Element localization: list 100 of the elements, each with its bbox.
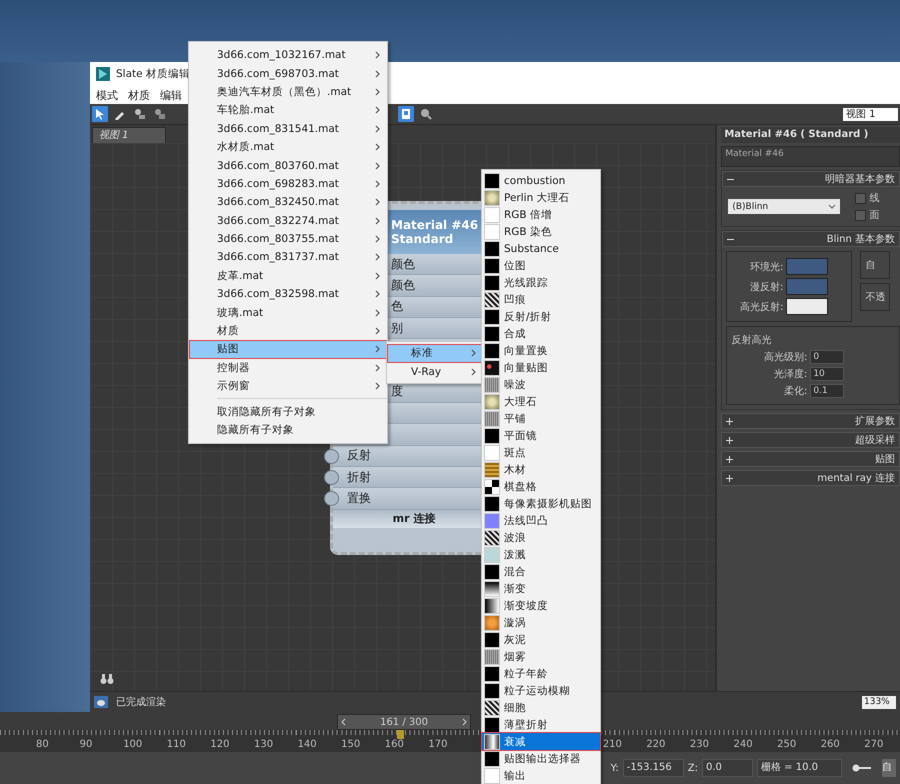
spinner-field[interactable]: 10 <box>810 367 844 381</box>
frame-counter: 161 / 300 <box>380 716 428 728</box>
color-swatch[interactable] <box>786 258 828 275</box>
binoculars-icon[interactable] <box>100 673 114 685</box>
texture-swatch-icon <box>484 258 500 274</box>
grid-readout: 栅格 = 10.0 <box>757 759 842 777</box>
time-slider[interactable]: 161 / 300 <box>337 714 472 730</box>
menu-item[interactable]: 3d66.com_698703.mat <box>189 64 387 83</box>
spinner-field[interactable]: 0 <box>810 350 844 364</box>
socket-icon[interactable] <box>324 491 339 506</box>
menu-item[interactable]: 贴图输出选择器 <box>482 750 600 767</box>
tool-button[interactable] <box>132 106 148 122</box>
checkbox[interactable] <box>855 210 866 220</box>
color-swatch[interactable] <box>786 278 828 295</box>
app-logo-icon <box>96 67 110 81</box>
menu-item[interactable]: 衰减 <box>482 733 600 750</box>
tool-button[interactable] <box>92 106 108 122</box>
spinner-label: 高光级别: <box>762 350 808 364</box>
menu-item[interactable]: 3d66.com_1032167.mat <box>189 46 387 64</box>
spinner-field[interactable]: 0.1 <box>810 384 844 398</box>
key-icon[interactable] <box>852 763 872 773</box>
rollout-header[interactable]: 明暗器基本参数 <box>722 171 900 187</box>
group-label: 反射高光 <box>731 334 772 347</box>
slot-label: 置换 <box>347 490 371 507</box>
slot-label: 色 <box>391 298 403 316</box>
menu-item[interactable]: 贴图 <box>189 340 387 359</box>
menu-item[interactable]: combustion <box>482 172 600 189</box>
tick-label: 150 <box>341 739 360 750</box>
texture-swatch-icon <box>484 496 500 512</box>
menu-item[interactable]: 漩涡 <box>482 614 600 631</box>
texture-swatch-icon <box>484 444 500 460</box>
menu-item[interactable]: 粒子年龄 <box>482 665 600 682</box>
tick-label: 160 <box>384 739 404 750</box>
tool-button[interactable] <box>398 106 414 122</box>
rollout-header[interactable]: Blinn 基本参数 <box>722 231 900 247</box>
texture-swatch-icon <box>484 240 500 256</box>
rollout-header[interactable]: 扩展参数 <box>721 413 900 429</box>
material-name-field[interactable]: Material #46 <box>721 146 900 167</box>
chevron-right-icon <box>462 718 468 726</box>
menu-item[interactable]: V-Ray <box>387 362 483 382</box>
texture-swatch-icon <box>484 274 500 290</box>
menu-item[interactable]: 车轮胎.mat <box>189 101 387 120</box>
auto-key-button[interactable]: 自 <box>882 759 896 777</box>
menu-item[interactable]: 灰泥 <box>482 631 600 648</box>
rollout-title: Blinn 基本参数 <box>826 232 895 246</box>
view-tab[interactable]: 视图 1 <box>92 127 166 143</box>
texture-swatch-icon <box>484 648 500 664</box>
texture-swatch-icon <box>484 428 500 444</box>
panel-header: Material #46 ( Standard ) <box>721 127 900 143</box>
menu-item[interactable]: 模式 <box>96 88 118 102</box>
texture-swatch-icon <box>484 632 500 648</box>
slot-label: 颜色 <box>391 256 415 273</box>
menu-item[interactable]: 渐变坡度 <box>482 597 600 614</box>
texture-swatch-icon <box>484 512 500 528</box>
tick-label: 210 <box>602 739 622 750</box>
texture-swatch-icon <box>484 580 500 596</box>
menu-item[interactable]: 3d66.com_803760.mat <box>189 156 387 175</box>
shader-dropdown[interactable]: (B)Blinn <box>728 199 840 214</box>
texture-swatch-icon <box>484 478 500 494</box>
menu-item[interactable]: 粒子运动模糊 <box>482 682 600 699</box>
menu-item[interactable]: 混合 <box>482 563 600 580</box>
tick-label: 80 <box>36 739 49 750</box>
tool-button[interactable] <box>418 106 434 122</box>
chevron-right-icon <box>471 368 477 376</box>
menu-item[interactable]: 细胞 <box>482 699 600 716</box>
status-message: 已完成渲染 <box>116 696 166 709</box>
checkbox[interactable] <box>855 192 866 204</box>
tool-button[interactable] <box>152 106 168 122</box>
texture-swatch-icon <box>484 734 500 750</box>
z-coord-field[interactable]: 0.0 <box>702 759 753 777</box>
slot-label: 折射 <box>347 468 371 486</box>
menu-item[interactable]: 编辑 <box>160 88 182 102</box>
y-coord-field[interactable]: -153.156 <box>622 759 684 777</box>
menu-item[interactable]: 3d66.com_698283.mat <box>189 174 387 194</box>
rollout-header[interactable]: mental ray 连接 <box>721 470 900 486</box>
menu-item[interactable]: 3d66.com_831541.mat <box>189 120 387 138</box>
tick-label: 100 <box>123 739 142 750</box>
rollout-header[interactable]: 贴图 <box>721 451 900 467</box>
menu-item[interactable]: 奥迪汽车材质（黑色）.mat <box>189 82 387 102</box>
socket-icon[interactable] <box>324 470 339 485</box>
rollout-title: 扩展参数 <box>855 414 895 428</box>
menu-item[interactable]: 标准 <box>387 344 483 363</box>
coord-label: Z: <box>688 762 698 774</box>
menu-item[interactable]: 材质 <box>128 88 150 102</box>
menu-item[interactable]: 渐变 <box>482 580 600 597</box>
rollout-title: 贴图 <box>875 452 895 466</box>
chevron-left-icon <box>340 718 346 726</box>
menu-item[interactable]: 输出 <box>482 767 600 784</box>
texture-swatch-icon <box>484 326 500 342</box>
menu-item[interactable]: 烟雾 <box>482 648 600 665</box>
rollout-header[interactable]: 超级采样 <box>721 432 900 448</box>
view-field[interactable]: 视图 1 <box>843 108 898 120</box>
color-swatch[interactable] <box>786 298 828 315</box>
zoom-dropdown[interactable]: 133% <box>862 696 896 708</box>
current-frame-marker[interactable] <box>396 730 404 739</box>
menu-item[interactable]: 水材质.mat <box>189 138 387 156</box>
texture-swatch-icon <box>484 700 500 716</box>
tick-label: 220 <box>646 739 666 750</box>
socket-icon[interactable] <box>324 448 339 464</box>
menu-item[interactable]: 薄壁折射 <box>482 716 600 733</box>
